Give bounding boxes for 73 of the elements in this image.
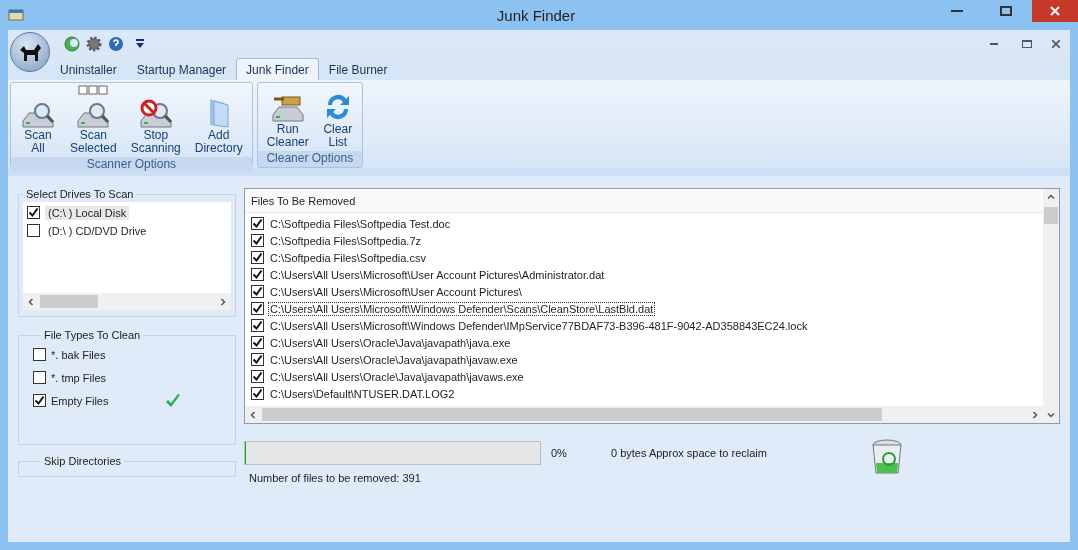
horizontal-scrollbar[interactable] [245, 406, 1043, 423]
checkbox[interactable] [251, 353, 264, 366]
checkbox[interactable] [251, 251, 264, 264]
scroll-thumb[interactable] [262, 408, 882, 421]
ribbon-button[interactable]: Add Directory [189, 85, 248, 155]
ribbon-tab[interactable]: File Burner [318, 58, 398, 80]
checkbox-label: *. tmp Files [51, 371, 106, 384]
checkmark-icon [165, 392, 182, 409]
file-path[interactable]: C:\Users\All Users\Microsoft\Windows Defender\Scans\CleanStore\LastBld.dat [269, 302, 655, 315]
group-label: Cleaner Options [257, 151, 362, 167]
ribbon-button[interactable]: Scan All [15, 85, 61, 155]
checkbox[interactable] [33, 371, 46, 384]
file-path[interactable]: C:\Users\All Users\Oracle\Java\javapath\java.exe [269, 336, 512, 349]
ribbon-button[interactable]: Run Cleaner [261, 85, 314, 149]
gear-icon[interactable] [86, 36, 102, 52]
checkbox[interactable] [251, 217, 264, 230]
ribbon-tab[interactable]: Startup Manager [126, 58, 237, 80]
checkbox[interactable] [251, 387, 264, 400]
checkbox[interactable] [251, 336, 264, 349]
checkbox[interactable] [27, 206, 40, 219]
checkbox[interactable] [33, 394, 46, 407]
app-icon [8, 8, 24, 22]
vertical-scrollbar[interactable] [1043, 189, 1059, 423]
stop-drive-icon [137, 97, 174, 129]
ribbon-button[interactable]: Clear List [317, 85, 358, 149]
group-title: File Types To Clean [43, 329, 142, 341]
ribbon-close-icon[interactable] [1052, 40, 1060, 48]
checkbox[interactable] [251, 319, 264, 332]
ribbon-button[interactable]: Stop Scanning [125, 85, 186, 155]
file-path[interactable]: C:\Users\All Users\Oracle\Java\javapath\javaw.exe [269, 353, 519, 366]
drive-item[interactable]: (C:\ ) Local Disk [45, 205, 130, 220]
progress-percent: 0% [551, 447, 568, 459]
file-path[interactable]: C:\Users\All Users\Oracle\Java\javapath\javaws.exe [269, 370, 525, 383]
customize-dropdown-icon[interactable] [136, 39, 144, 49]
ribbon-restore-icon[interactable] [1022, 40, 1032, 48]
drive-item[interactable]: (D:\ ) CD/DVD Drive [45, 223, 150, 238]
group-label: Scanner Options [11, 157, 252, 171]
group-title: Select Drives To Scan [25, 188, 135, 200]
checkbox-label: Empty Files [51, 394, 109, 407]
space-info: 0 bytes Approx space to reclaim [611, 447, 768, 459]
help-icon[interactable] [108, 36, 124, 52]
checkbox[interactable] [251, 234, 264, 247]
dog-logo-icon [18, 42, 42, 62]
checkbox[interactable] [251, 302, 264, 315]
checkbox-label: *. bak Files [51, 348, 106, 361]
ribbon-button[interactable]: Scan Selected [65, 85, 122, 155]
globe-icon[interactable] [64, 36, 80, 52]
close-button[interactable] [1032, 0, 1078, 22]
file-path[interactable]: C:\Softpedia Files\Softpedia Test.doc [269, 217, 452, 230]
checkbox[interactable] [251, 268, 264, 281]
file-path[interactable]: C:\Softpedia Files\Softpedia.csv [269, 251, 427, 264]
list-header: Files To Be Removed [245, 189, 1043, 213]
file-path[interactable]: C:\Users\All Users\Microsoft\User Account Pictures\Administrator.dat [269, 268, 606, 281]
checkbox[interactable] [251, 370, 264, 383]
app-menu-button[interactable] [10, 32, 50, 72]
scroll-thumb[interactable] [40, 295, 98, 308]
ribbon-tab[interactable]: Uninstaller [50, 58, 127, 80]
file-path[interactable]: C:\Users\Default\NTUSER.DAT.LOG2 [269, 387, 456, 400]
file-path[interactable]: C:\Users\All Users\Microsoft\Windows Defender\IMpService77BDAF73-B396-481F-9042-AD358843EC24.lock [269, 319, 809, 332]
file-path[interactable]: C:\Users\All Users\Microsoft\User Account Pictures\ [269, 285, 523, 298]
file-count: Number of files to be removed: 391 [248, 472, 422, 484]
window-title: Junk Finder [495, 6, 577, 24]
close-icon [1050, 6, 1060, 16]
checkboxes-drive-icon [75, 85, 112, 129]
checkbox[interactable] [251, 285, 264, 298]
file-path[interactable]: C:\Softpedia Files\Softpedia.7z [269, 234, 423, 247]
checkbox[interactable] [33, 348, 46, 361]
maximize-icon[interactable] [1000, 6, 1012, 16]
checkbox[interactable] [27, 224, 40, 237]
group-title: Skip Directories [43, 455, 123, 467]
ribbon-tab[interactable]: Junk Finder [236, 58, 319, 80]
scroll-thumb[interactable] [1044, 207, 1058, 224]
horizontal-scrollbar[interactable] [23, 293, 231, 310]
